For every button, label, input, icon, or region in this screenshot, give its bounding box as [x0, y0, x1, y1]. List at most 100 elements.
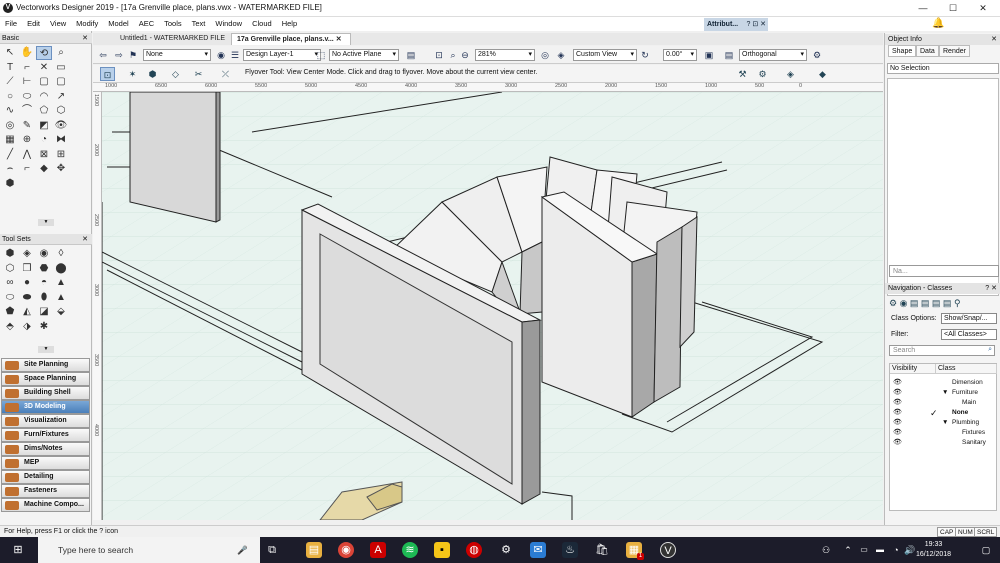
current-view-mode-icon[interactable]: ✶: [125, 67, 140, 81]
chamfer-edge-tool-icon[interactable]: ◊: [53, 247, 69, 261]
menu-aec[interactable]: AEC: [134, 17, 159, 31]
navigation-toolbar-icons[interactable]: ⚙ ◉ ▤ ▤ ▤ ▤ ⚲: [889, 298, 961, 309]
toolset-dims-notes[interactable]: Dims/Notes: [1, 442, 90, 456]
toolset-visualization[interactable]: Visualization: [1, 414, 90, 428]
forward-arrow-icon[interactable]: ⇨: [113, 49, 125, 61]
class-row-dimension[interactable]: 👁 Dimension: [890, 378, 996, 388]
selection-tool-icon[interactable]: ↖: [2, 46, 18, 60]
navigation-controls[interactable]: ? ✕: [985, 283, 997, 294]
intel-icon[interactable]: ▬: [872, 542, 888, 558]
zoom-fit-icon[interactable]: ⊡: [433, 49, 445, 61]
toolset-fasteners[interactable]: Fasteners: [1, 484, 90, 498]
attributes-controls[interactable]: ? ⊡ ✕: [746, 18, 766, 31]
red-app-icon[interactable]: ◍: [466, 542, 482, 558]
col-visibility[interactable]: Visibility: [890, 364, 936, 374]
flyover-options-icon[interactable]: ✂: [191, 67, 206, 81]
attributes-palette-tab[interactable]: Attribut... ? ⊡ ✕: [704, 18, 768, 31]
task-view-icon[interactable]: ⧉: [264, 542, 280, 558]
mail-icon[interactable]: ✉: [530, 542, 546, 558]
reshape-tool-icon[interactable]: ⊕: [19, 133, 35, 147]
tab-shape[interactable]: Shape: [888, 45, 917, 57]
active-layer-select[interactable]: Design Layer-1: [243, 49, 321, 61]
mirror-tool-icon[interactable]: ⧓: [53, 133, 69, 147]
emboss-tool-icon[interactable]: ⬙: [53, 305, 69, 319]
menu-window[interactable]: Window: [210, 17, 247, 31]
working-plane-mode-icon[interactable]: ◇: [168, 67, 183, 81]
notification-bell-icon[interactable]: 🔔: [932, 18, 944, 29]
zoom-icon[interactable]: ⌕: [447, 49, 459, 61]
view-center-mode-icon[interactable]: ⊡: [100, 67, 115, 81]
offset-tool-icon[interactable]: ▦: [2, 133, 18, 147]
visible-eye-icon[interactable]: 👁: [893, 398, 902, 408]
back-arrow-icon[interactable]: ⇦: [97, 49, 109, 61]
plane-icon[interactable]: ⬚: [315, 49, 327, 61]
flyover-tool-icon[interactable]: ⤫: [218, 67, 233, 81]
visible-eye-icon[interactable]: 👁: [893, 378, 902, 388]
class-row-fixtures[interactable]: 👁 Fixtures: [890, 428, 996, 438]
split-solid-tool-icon[interactable]: ✱: [36, 320, 52, 334]
polygon-tool-icon[interactable]: ⬠: [36, 104, 52, 118]
minimize-button[interactable]: —: [908, 1, 938, 15]
toolset-space-planning[interactable]: Space Planning: [1, 372, 90, 386]
toolset-furn-fixtures[interactable]: Furn/Fixtures: [1, 428, 90, 442]
flyover-tool-icon[interactable]: ⟲: [36, 46, 52, 60]
sweep-tool-icon[interactable]: ▲: [53, 291, 69, 305]
symbol-tool-icon[interactable]: ⬢: [2, 177, 18, 191]
visible-eye-icon[interactable]: 👁: [893, 418, 902, 428]
cylinder-tool-icon[interactable]: ⬤: [53, 262, 69, 276]
3d-model-view[interactable]: [102, 92, 883, 520]
menu-modify[interactable]: Modify: [71, 17, 103, 31]
ellipse-tool-icon[interactable]: ⬭: [19, 90, 35, 104]
filter-select[interactable]: <All Classes>: [941, 329, 997, 340]
class-search-input[interactable]: Search ⌕: [889, 345, 995, 356]
loft-tool-icon[interactable]: ⬮: [36, 291, 52, 305]
maximize-button[interactable]: ☐: [938, 1, 968, 15]
tab-data[interactable]: Data: [916, 45, 939, 57]
menu-file[interactable]: File: [0, 17, 22, 31]
vectorworks-taskbar-icon[interactable]: V: [660, 542, 676, 558]
arc-tool-icon[interactable]: ◠: [36, 90, 52, 104]
class-row-plumbing[interactable]: 👁 ▼ Plumbing: [890, 418, 996, 428]
network-icon[interactable]: ▭: [856, 542, 872, 558]
locus-tool-icon[interactable]: ✕: [36, 61, 52, 75]
windows-start-icon[interactable]: ⊞: [10, 542, 26, 558]
rectangle-tool-icon[interactable]: ▭: [53, 61, 69, 75]
active-plane-select[interactable]: No Active Plane: [329, 49, 399, 61]
object-center-mode-icon[interactable]: ⬢: [145, 67, 160, 81]
text-tool-icon[interactable]: T: [2, 61, 18, 75]
hemisphere-tool-icon[interactable]: ◓: [36, 276, 52, 290]
microphone-icon[interactable]: 🎤: [237, 537, 248, 563]
chrome-icon[interactable]: ◉: [338, 542, 354, 558]
visible-eye-icon[interactable]: 👁: [893, 408, 902, 418]
tasks-icon[interactable]: ▦ 1: [626, 542, 644, 560]
file-explorer-icon[interactable]: ▤: [306, 542, 322, 558]
double-line-tool-icon[interactable]: ⬡: [53, 104, 69, 118]
toolset-3d-modeling[interactable]: 3D Modeling: [1, 400, 90, 414]
line-tool-icon[interactable]: ⟋: [2, 75, 18, 89]
clip-tool-icon[interactable]: ⊠: [36, 148, 52, 162]
clip-cube-icon[interactable]: ▣: [703, 49, 715, 61]
mesh-tool-icon[interactable]: ◭: [19, 305, 35, 319]
zoom-select[interactable]: 281%: [475, 49, 535, 61]
toolset-site-planning[interactable]: Site Planning: [1, 358, 90, 372]
projection-icon[interactable]: ▤: [723, 49, 735, 61]
steam-icon[interactable]: ♨: [562, 542, 578, 558]
cone-tool-icon[interactable]: ▲: [53, 276, 69, 290]
basic-palette-close[interactable]: ✕: [82, 33, 88, 44]
connect-tool-icon[interactable]: ⋀: [19, 148, 35, 162]
expand-icon[interactable]: ▼: [942, 388, 948, 398]
action-center-icon[interactable]: ▢: [978, 542, 994, 558]
close-button[interactable]: ✕: [968, 1, 998, 15]
eyedropper-tool-icon[interactable]: ✎: [19, 119, 35, 133]
render-mode-icon[interactable]: ◎: [539, 49, 551, 61]
attribute-mapping-tool-icon[interactable]: ◩: [36, 119, 52, 133]
helix-tool-icon[interactable]: ⬬: [19, 291, 35, 305]
visible-eye-icon[interactable]: 👁: [893, 388, 902, 398]
drag-tool-icon[interactable]: ✥: [53, 162, 69, 176]
toolset-detailing[interactable]: Detailing: [1, 470, 90, 484]
tool-sets-scroll-down[interactable]: ▼: [38, 346, 54, 353]
push-pull-tool-icon[interactable]: ⬢: [2, 247, 18, 261]
chamfer-tool-icon[interactable]: ⌐: [19, 162, 35, 176]
projection-select[interactable]: Orthogonal: [739, 49, 807, 61]
extrude-tool-icon[interactable]: ⬡: [2, 262, 18, 276]
